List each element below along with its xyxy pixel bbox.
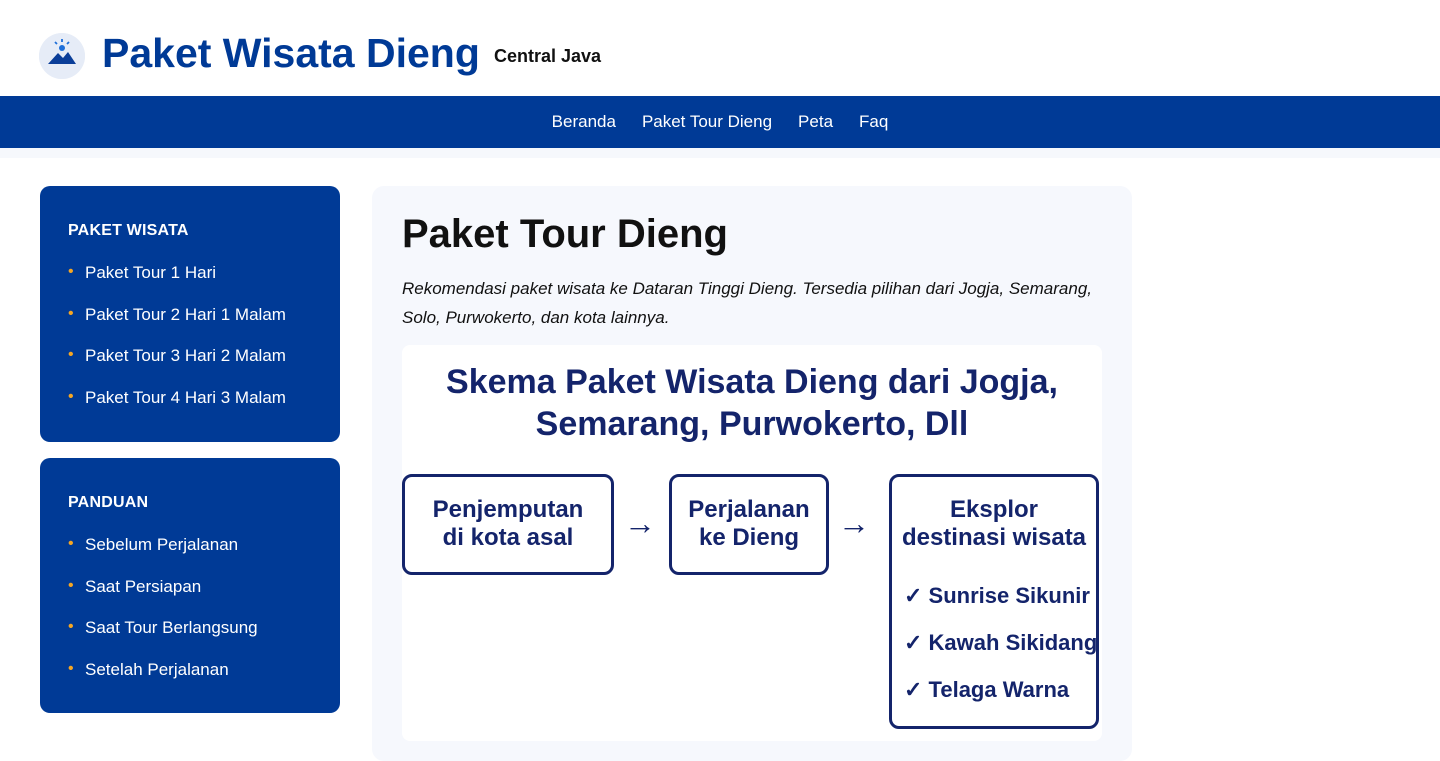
sidebar-panduan-list: • Sebelum Perjalanan • Saat Persiapan • Saa… [68, 535, 258, 701]
sidebar-item-sebelum-perjalanan[interactable]: • Sebelum Perjalanan [68, 535, 258, 577]
scheme-step-explore: Eksplor destinasi wisata ✓ Sunrise Sikun… [889, 474, 1099, 729]
scheme-image: Skema Paket Wisata Dieng dari Jogja, Sem… [402, 345, 1102, 741]
nav-item-beranda[interactable]: Beranda [552, 112, 616, 132]
scheme-title: Skema Paket Wisata Dieng dari Jogja, Sem… [402, 361, 1102, 445]
sidebar-item-paket-4-hari[interactable]: • Paket Tour 4 Hari 3 Malam [68, 388, 286, 430]
sidebar-paket-wisata: PAKET WISATA • Paket Tour 1 Hari • Paket T… [40, 186, 340, 442]
sidebar-item-label: Setelah Perjalanan [85, 659, 229, 679]
scheme-step-text: destinasi wisata [901, 524, 1087, 551]
scheme-title-line-1: Skema Paket Wisata Dieng dari Jogja, [446, 363, 1058, 401]
nav-item-paket-tour-dieng[interactable]: Paket Tour Dieng [642, 112, 772, 132]
sidebar-panduan: PANDUAN • Sebelum Perjalanan • Saat Persia… [40, 458, 340, 713]
site-tagline: Central Java [494, 46, 602, 66]
scheme-step-text: ke Dieng [698, 524, 800, 551]
scheme-step-text: Penjemputan [432, 496, 584, 523]
sidebar-item-label: Paket Tour 2 Hari 1 Malam [85, 304, 286, 324]
nav-item-faq[interactable]: Faq [859, 112, 888, 132]
bullet-icon: • [68, 346, 74, 363]
nav-shadow-strip [0, 148, 1440, 158]
main-navbar: Beranda Paket Tour Dieng Peta Faq [0, 96, 1440, 148]
scheme-step-text: Perjalanan [688, 496, 810, 523]
sidebar-heading-panduan: PANDUAN [68, 494, 149, 511]
page-title: Paket Tour Dieng [402, 212, 728, 256]
sidebar-item-saat-tour-berlangsung[interactable]: • Saat Tour Berlangsung [68, 618, 258, 660]
bullet-icon: • [68, 263, 74, 280]
scheme-check-sikidang: ✓ Kawah Sikidang [904, 630, 1098, 655]
bullet-icon: • [68, 535, 74, 552]
sidebar-item-paket-1-hari[interactable]: • Paket Tour 1 Hari [68, 263, 286, 305]
scheme-check-sikunir: ✓ Sunrise Sikunir [904, 583, 1090, 608]
page-description: Rekomendasi paket wisata ke Dataran Ting… [402, 279, 1092, 327]
sidebar-item-label: Sebelum Perjalanan [85, 535, 239, 554]
mountain-sunrise-icon[interactable] [39, 33, 85, 79]
arrow-right-icon: → [624, 505, 656, 541]
scheme-step-journey: Perjalanan ke Dieng [669, 474, 829, 575]
sidebar-item-paket-3-hari[interactable]: • Paket Tour 3 Hari 2 Malam [68, 346, 286, 388]
sidebar-paket-list: • Paket Tour 1 Hari • Paket Tour 2 Hari 1 … [68, 263, 286, 429]
sidebar-item-label: Saat Tour Berlangsung [85, 618, 258, 637]
bullet-icon: • [68, 304, 74, 322]
scheme-step-pickup: Penjemputan di kota asal [402, 474, 614, 575]
sidebar-item-paket-2-hari[interactable]: • Paket Tour 2 Hari 1 Malam [68, 305, 286, 347]
main-content-card: Paket Tour Dieng Rekomendasi paket wisat… [372, 186, 1132, 761]
bullet-icon: • [68, 387, 74, 405]
scheme-check-telaga-warna: ✓ Telaga Warna [904, 677, 1070, 702]
bullet-icon: • [68, 576, 74, 594]
site-title[interactable]: Paket Wisata Dieng [102, 30, 480, 77]
sidebar-item-label: Paket Tour 3 Hari 2 Malam [85, 346, 286, 365]
scheme-title-line-2: Semarang, Purwokerto, Dll [535, 405, 969, 443]
sidebar-item-label: Saat Persiapan [85, 576, 202, 596]
sidebar-item-saat-persiapan[interactable]: • Saat Persiapan [68, 577, 258, 619]
site-header: Paket Wisata Dieng Central Java [0, 0, 1440, 96]
arrow-right-icon: → [838, 505, 870, 541]
bullet-icon: • [68, 659, 74, 677]
sidebar-item-setelah-perjalanan[interactable]: • Setelah Perjalanan [68, 660, 258, 702]
sidebar-heading-paket: PAKET WISATA [68, 222, 189, 239]
scheme-step-text: Eksplor [949, 496, 1039, 523]
bullet-icon: • [68, 618, 74, 635]
nav-item-peta[interactable]: Peta [798, 112, 833, 132]
scheme-step-text: di kota asal [442, 524, 574, 551]
sidebar-item-label: Paket Tour 4 Hari 3 Malam [85, 387, 286, 407]
sidebar-item-label: Paket Tour 1 Hari [85, 263, 217, 282]
